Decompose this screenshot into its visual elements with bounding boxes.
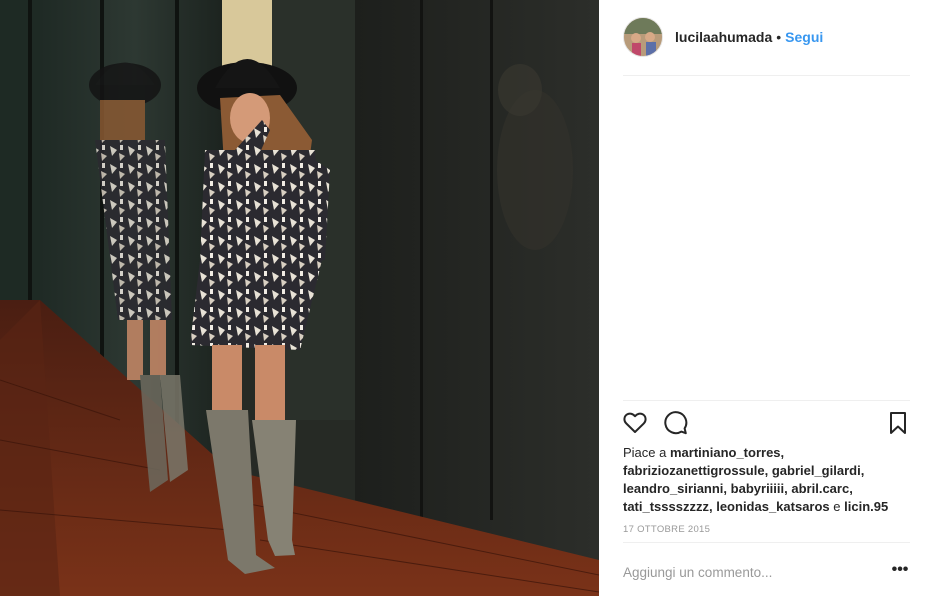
- likes-prefix: Piace a: [623, 445, 667, 460]
- liker-link[interactable]: licin.95: [844, 499, 888, 514]
- follow-button[interactable]: Segui: [785, 29, 823, 45]
- username-link[interactable]: lucilaahumada: [675, 29, 772, 45]
- post-side-panel: lucilaahumada • Segui Piace a martiniano…: [599, 0, 934, 596]
- mirror-selfie-image: [0, 0, 599, 596]
- avatar[interactable]: [623, 17, 663, 57]
- comment-input[interactable]: [623, 560, 873, 584]
- save-button[interactable]: [885, 410, 911, 436]
- heart-icon: [623, 412, 647, 433]
- comment-button[interactable]: [662, 410, 688, 436]
- likes-joiner: e: [833, 499, 841, 514]
- liker-link[interactable]: leandro_sirianni,: [623, 481, 727, 496]
- bookmark-icon: [890, 412, 906, 434]
- liker-link[interactable]: abril.carc,: [791, 481, 852, 496]
- post-date[interactable]: 17 OTTOBRE 2015: [623, 524, 710, 535]
- divider: [623, 400, 910, 401]
- speech-bubble-icon: [664, 411, 688, 435]
- header-separator: •: [776, 29, 782, 45]
- divider: [623, 542, 910, 543]
- avatar-image: [624, 18, 662, 56]
- post-header: lucilaahumada • Segui: [623, 17, 910, 57]
- liked-by-text: Piace a martiniano_torres, fabriziozanet…: [623, 444, 903, 516]
- liker-link[interactable]: tati_tsssszzzz,: [623, 499, 713, 514]
- like-button[interactable]: [622, 410, 648, 436]
- divider: [623, 75, 910, 76]
- action-bar: [622, 410, 911, 436]
- liker-link[interactable]: gabriel_gilardi,: [772, 463, 864, 478]
- liker-link[interactable]: leonidas_katsaros: [716, 499, 829, 514]
- more-options-button[interactable]: •••: [889, 562, 911, 582]
- liker-link[interactable]: martiniano_torres,: [670, 445, 784, 460]
- liker-link[interactable]: fabriziozanettigrossule,: [623, 463, 768, 478]
- ellipsis-icon: •••: [891, 561, 909, 578]
- post-photo[interactable]: [0, 0, 599, 596]
- liker-link[interactable]: babyriiiii,: [731, 481, 788, 496]
